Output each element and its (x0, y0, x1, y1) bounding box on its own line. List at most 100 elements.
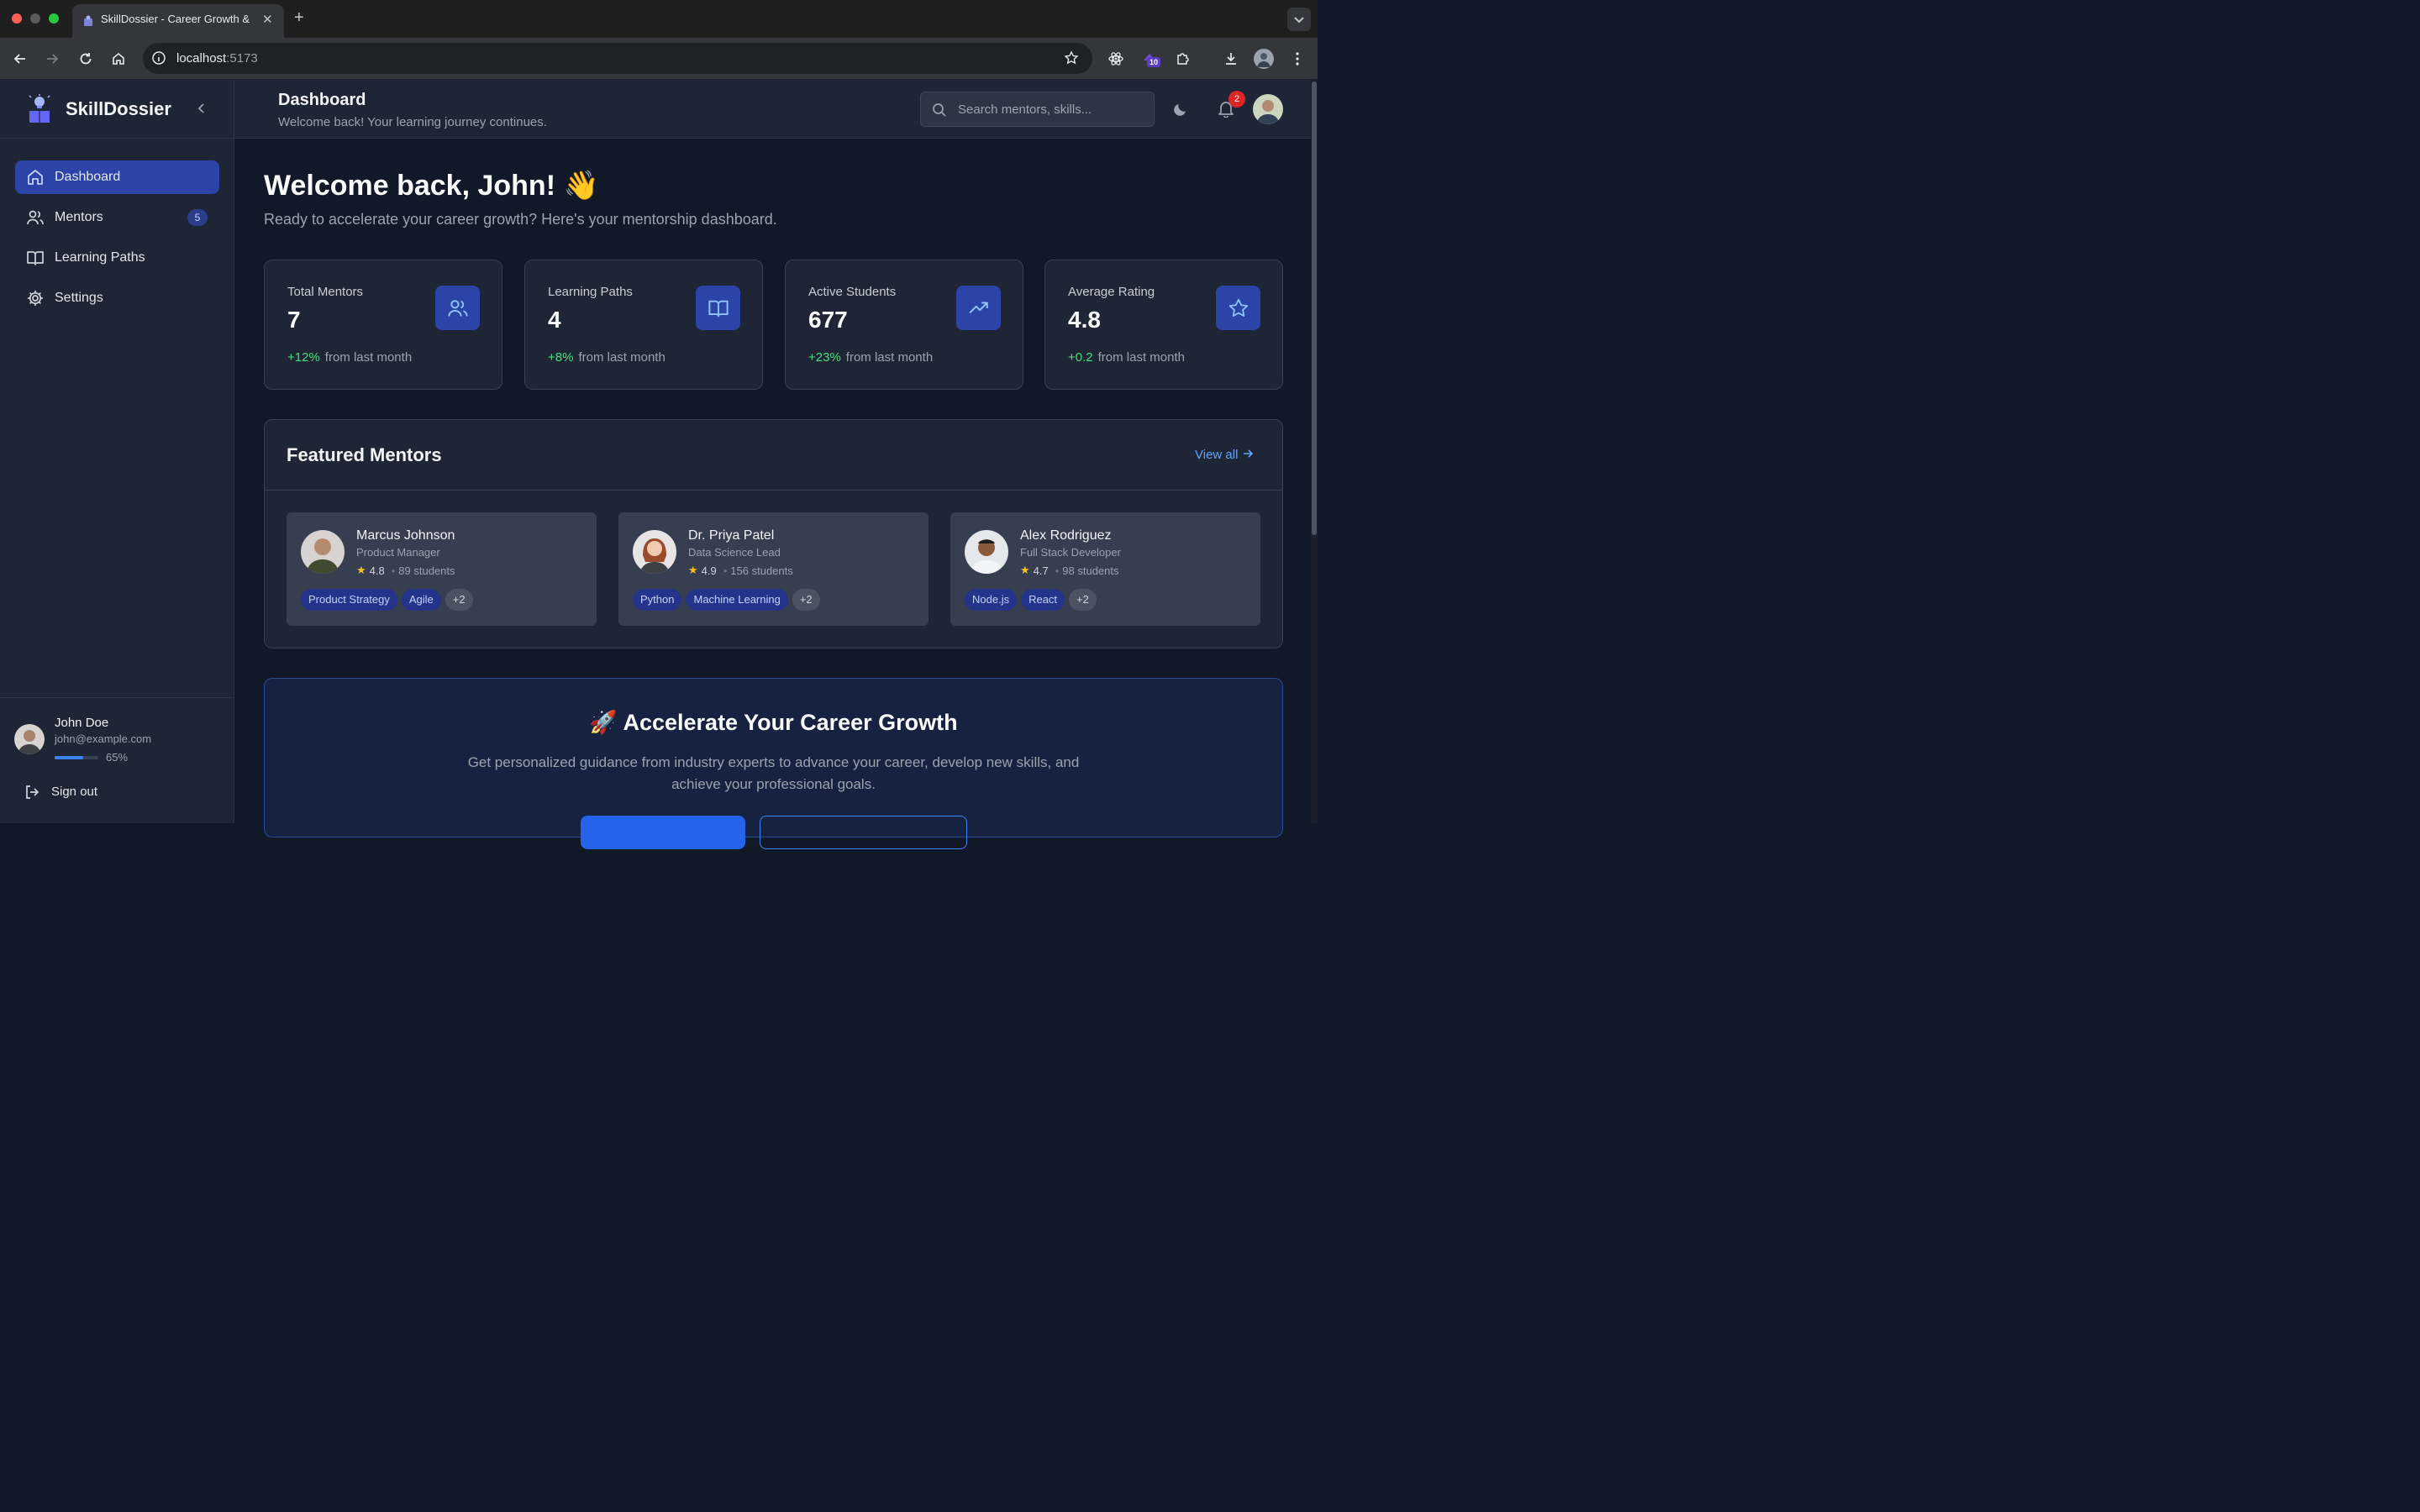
logout-icon (26, 785, 39, 799)
more-tags-badge: +2 (445, 589, 473, 611)
new-tab-icon[interactable]: + (294, 8, 304, 28)
profile-avatar[interactable] (1254, 49, 1274, 69)
stat-card-average-rating: Average Rating 4.8 +0.2 from last month (1044, 260, 1283, 390)
address-bar[interactable]: localhost:5173 (143, 43, 1092, 74)
back-icon[interactable] (10, 49, 30, 69)
mentor-card[interactable]: Alex Rodriguez Full Stack Developer ★ 4.7… (950, 512, 1260, 626)
browser-tab-strip: SkillDossier - Career Growth & Mentorshi… (0, 0, 1318, 38)
stat-value: 4.8 (1068, 307, 1101, 333)
stat-label: Average Rating (1068, 285, 1155, 299)
search-input[interactable] (958, 92, 1147, 126)
view-all-link[interactable]: View all (1195, 448, 1254, 462)
users-icon (435, 286, 480, 330)
maximize-window-button[interactable] (49, 13, 59, 24)
sidebar: SkillDossier Dashboard Mentors 5 Learnin… (0, 80, 234, 823)
download-icon[interactable] (1221, 49, 1241, 69)
site-info-icon[interactable] (151, 50, 166, 66)
stat-card-learning-paths: Learning Paths 4 +8% from last month (524, 260, 763, 390)
bookmark-star-icon[interactable] (1064, 50, 1079, 66)
avatar (633, 530, 676, 574)
page-title: Dashboard (278, 91, 366, 109)
sidebar-item-mentors[interactable]: Mentors 5 (15, 201, 219, 234)
banner-title: 🚀 Accelerate Your Career Growth (589, 710, 958, 735)
mentor-role: Data Science Lead (688, 546, 781, 559)
mentor-meta: ★ 4.9 • 156 students (688, 564, 793, 577)
sidebar-item-label: Learning Paths (55, 250, 145, 265)
close-tab-icon[interactable]: ✕ (262, 12, 273, 27)
skill-tag: Machine Learning (686, 589, 788, 611)
close-window-button[interactable] (12, 13, 22, 24)
mentor-name: Marcus Johnson (356, 528, 455, 543)
secondary-cta-button[interactable] (760, 816, 967, 849)
notification-badge: 2 (1228, 91, 1245, 108)
scrollbar-thumb[interactable] (1312, 81, 1317, 535)
sidebar-footer: John Doe john@example.com 65% Sign out (0, 697, 234, 823)
tab-search-button[interactable] (1287, 8, 1311, 31)
primary-cta-button[interactable] (581, 816, 745, 849)
forward-icon[interactable] (42, 49, 62, 69)
react-devtools-icon[interactable] (1106, 49, 1126, 69)
sidebar-item-dashboard[interactable]: Dashboard (15, 160, 219, 194)
skill-tag: Python (633, 589, 682, 611)
reload-icon[interactable] (76, 49, 96, 69)
chevron-down-icon (1294, 17, 1304, 24)
user-name: John Doe (55, 716, 109, 730)
book-icon (696, 286, 740, 330)
stat-card-active-students: Active Students 677 +23% from last month (785, 260, 1023, 390)
favicon-icon (84, 15, 92, 26)
chevron-left-icon[interactable] (193, 100, 210, 117)
star-icon: ★ (356, 564, 366, 576)
search-box (920, 92, 1155, 127)
browser-menu-icon[interactable] (1287, 49, 1307, 69)
mentor-name: Dr. Priya Patel (688, 528, 775, 543)
welcome-heading: Welcome back, John! 👋 (264, 170, 599, 202)
users-icon (27, 210, 44, 225)
home-page-icon[interactable] (108, 49, 129, 69)
sidebar-item-learning-paths[interactable]: Learning Paths (15, 241, 219, 275)
banner-text: Get personalized guidance from industry … (467, 754, 1080, 792)
stat-change: +8% from last month (548, 350, 666, 365)
stat-label: Learning Paths (548, 285, 633, 299)
welcome-subtitle: Ready to accelerate your career growth? … (264, 211, 777, 228)
mentor-meta: ★ 4.8 • 89 students (356, 564, 455, 577)
skill-tag: Node.js (965, 589, 1018, 611)
stat-label: Active Students (808, 285, 897, 299)
extension-badge: 10 (1147, 57, 1161, 67)
more-tags-badge: +2 (1069, 589, 1097, 611)
mentor-meta: ★ 4.7 • 98 students (1020, 564, 1119, 577)
stat-change: +12% from last month (287, 350, 413, 365)
moon-icon[interactable] (1172, 101, 1189, 118)
star-icon: ★ (1020, 564, 1030, 576)
featured-title: Featured Mentors (287, 444, 442, 465)
sidebar-item-label: Mentors (55, 210, 103, 224)
stat-value: 7 (287, 307, 301, 333)
progress-bar (55, 756, 98, 759)
minimize-window-button[interactable] (30, 13, 40, 24)
sidebar-item-settings[interactable]: Settings (15, 281, 219, 315)
app: SkillDossier Dashboard Mentors 5 Learnin… (0, 80, 1318, 849)
stat-change: +23% from last month (808, 350, 934, 365)
brand-name: SkillDossier (66, 98, 171, 119)
stat-value: 4 (548, 307, 561, 333)
star-icon: ★ (688, 564, 698, 576)
mentor-tags: Node.js React +2 (965, 589, 1097, 611)
stat-change: +0.2 from last month (1068, 350, 1185, 365)
browser-tab[interactable]: SkillDossier - Career Growth & Mentorshi… (72, 4, 284, 38)
top-header: Dashboard Welcome back! Your learning jo… (234, 80, 1311, 139)
puzzle-icon[interactable] (1173, 49, 1193, 69)
signout-button[interactable]: Sign out (24, 782, 124, 802)
avatar[interactable] (14, 724, 45, 754)
avatar (965, 530, 1008, 574)
skill-tag: React (1021, 589, 1065, 611)
mentor-card[interactable]: Dr. Priya Patel Data Science Lead ★ 4.9 • 1… (618, 512, 929, 626)
browser-toolbar: localhost:5173 10 (0, 38, 1318, 80)
mentor-name: Alex Rodriguez (1020, 528, 1112, 543)
main-content: Welcome back, John! 👋 Ready to accelerat… (234, 139, 1311, 849)
signout-label: Sign out (51, 785, 98, 799)
url-text: localhost:5173 (176, 51, 258, 66)
mentor-card[interactable]: Marcus Johnson Product Manager ★ 4.8 • 89 s… (287, 512, 597, 626)
tab-title: SkillDossier - Career Growth & Mentorshi… (101, 13, 252, 25)
progress-fill (55, 756, 83, 759)
avatar[interactable] (1253, 94, 1283, 124)
arrow-right-icon (1243, 449, 1253, 458)
